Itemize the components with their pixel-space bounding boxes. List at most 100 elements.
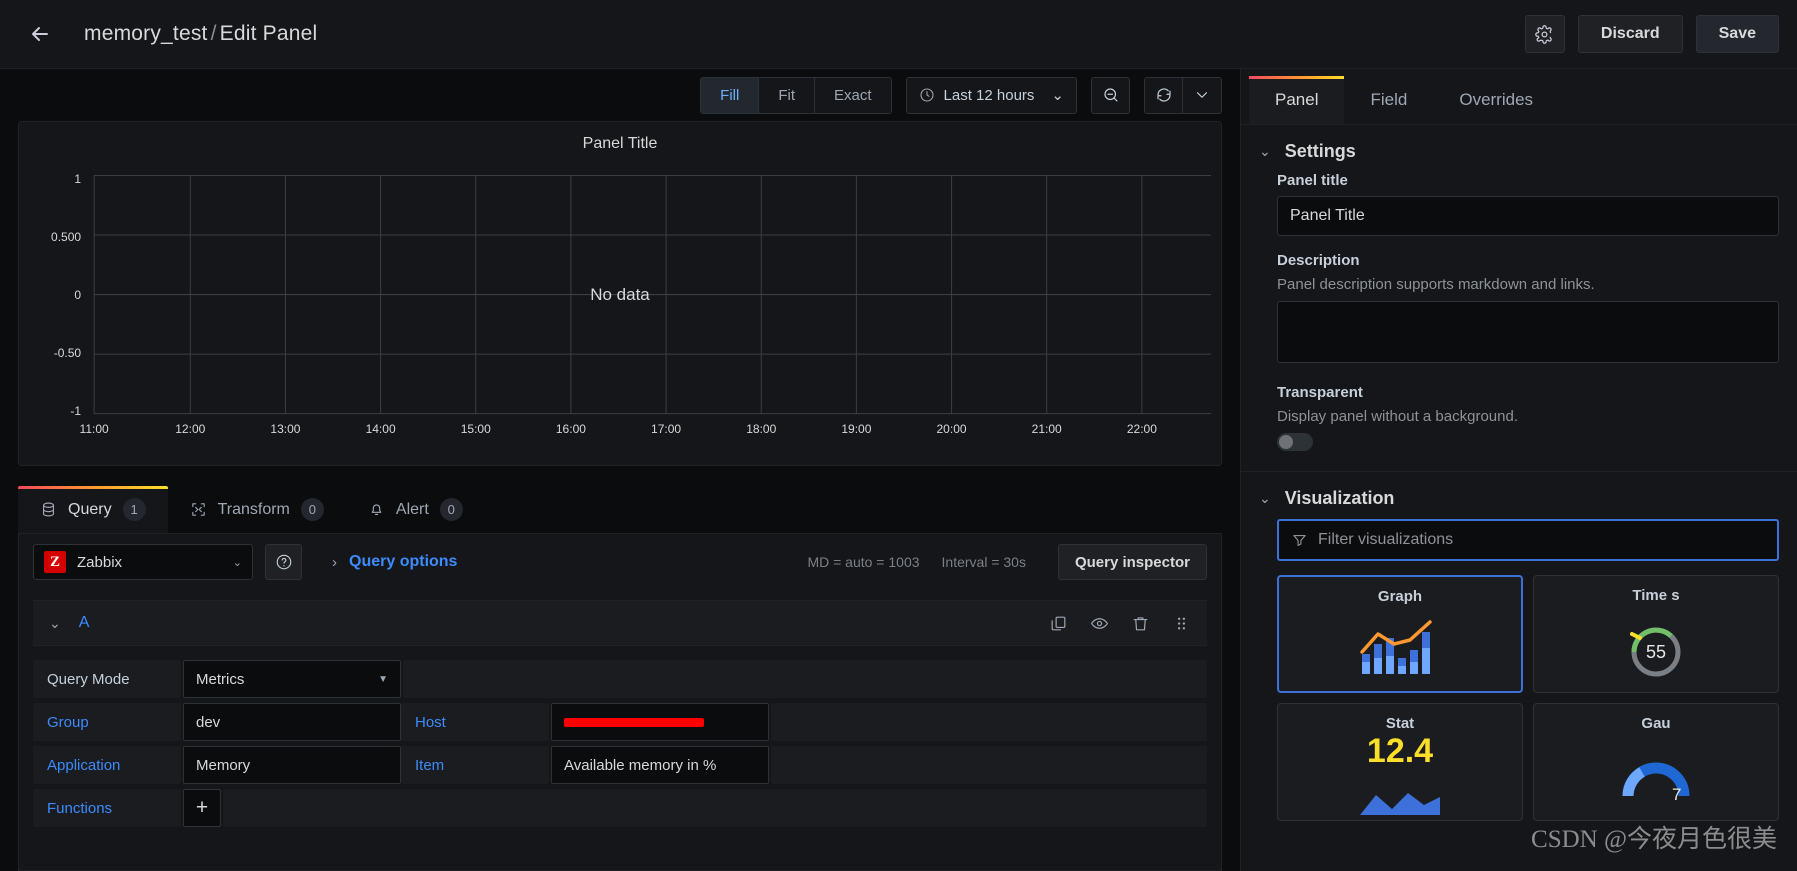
trash-icon[interactable] xyxy=(1131,614,1150,633)
visualization-toolbar: Fill Fit Exact Last 12 hours ⌄ xyxy=(0,69,1240,121)
tab-transform[interactable]: Transform 0 xyxy=(168,486,346,533)
viz-card-time-series[interactable]: Time s 55 xyxy=(1533,575,1779,693)
y-tick-label: 0.500 xyxy=(51,230,81,244)
query-row-header: ⌄ A xyxy=(33,600,1207,646)
viz-card-gauge[interactable]: Gau 7 xyxy=(1533,703,1779,821)
top-actions: Discard Save xyxy=(1524,15,1779,53)
chevron-down-icon: ▼ xyxy=(378,673,388,685)
tab-query[interactable]: Query 1 xyxy=(18,486,168,533)
stat-thumbnail-icon xyxy=(1278,768,1522,820)
viz-card-graph[interactable]: Graph xyxy=(1277,575,1523,693)
transform-icon xyxy=(191,503,205,516)
save-button[interactable]: Save xyxy=(1695,15,1779,53)
copy-icon[interactable] xyxy=(1049,614,1068,633)
chart-area[interactable]: 1 0.500 0 -0.50 -1 11:00 12:00 13:00 14:… xyxy=(19,157,1221,465)
functions-row: Functions + xyxy=(33,789,1207,827)
eye-icon[interactable] xyxy=(1090,614,1109,633)
help-circle-icon xyxy=(276,554,291,570)
group-label: Group xyxy=(33,703,181,741)
time-range-label: Last 12 hours xyxy=(943,86,1035,104)
functions-label: Functions xyxy=(33,789,181,827)
filter-visualizations-wrap: Filter visualizations xyxy=(1241,519,1797,561)
visualization-section-header[interactable]: ⌄ Visualization xyxy=(1241,472,1797,519)
datasource-name: Zabbix xyxy=(77,553,123,571)
chevron-down-icon: ⌄ xyxy=(1051,87,1064,104)
visualization-section-title: Visualization xyxy=(1284,488,1395,508)
query-row-actions xyxy=(1049,614,1191,633)
refresh-interval-dropdown[interactable] xyxy=(1183,76,1222,114)
panel-title-field: Panel title xyxy=(1241,172,1797,252)
transparent-toggle[interactable] xyxy=(1277,433,1313,451)
x-tick-label: 17:00 xyxy=(651,422,681,436)
query-mode-label: Query Mode xyxy=(33,660,181,698)
interval-text: Interval = 30s xyxy=(941,554,1026,570)
discard-button[interactable]: Discard xyxy=(1577,15,1683,53)
x-tick-label: 22:00 xyxy=(1127,422,1157,436)
x-tick-label: 12:00 xyxy=(175,422,205,436)
tab-alert[interactable]: Alert 0 xyxy=(346,486,485,533)
item-input[interactable]: Available memory in % xyxy=(551,746,769,784)
graph-thumbnail-icon xyxy=(1279,605,1521,691)
tab-alert-label: Alert xyxy=(395,500,429,518)
description-field-label: Description xyxy=(1277,252,1360,269)
query-inspector-button[interactable]: Query inspector xyxy=(1057,544,1207,580)
tab-panel[interactable]: Panel xyxy=(1249,76,1345,124)
transparent-field-label: Transparent xyxy=(1277,384,1363,401)
panel-title-input[interactable] xyxy=(1277,196,1779,236)
clock-icon xyxy=(919,88,934,102)
y-tick-label: -0.50 xyxy=(54,346,82,360)
zoom-out-button[interactable] xyxy=(1091,76,1130,114)
viz-card-label: Time s xyxy=(1632,587,1680,604)
tab-transform-label: Transform xyxy=(217,500,290,518)
options-scroll-area: ⌄ Settings Panel title Description Panel… xyxy=(1241,125,1797,871)
transparent-help-text: Display panel without a background. xyxy=(1277,408,1518,425)
query-mode-value: Metrics xyxy=(196,670,245,688)
refresh-icon xyxy=(1156,88,1171,102)
host-input[interactable] xyxy=(551,703,769,741)
refresh-button[interactable] xyxy=(1144,76,1183,114)
top-bar: memory_test / Edit Panel Discard Save xyxy=(0,0,1797,69)
description-textarea[interactable] xyxy=(1277,301,1779,363)
breadcrumb-dashboard[interactable]: memory_test xyxy=(84,22,208,45)
size-mode-exact[interactable]: Exact xyxy=(815,77,891,113)
panel-settings-button[interactable] xyxy=(1524,15,1565,53)
tab-overrides[interactable]: Overrides xyxy=(1433,76,1559,124)
stat-thumbnail-value: 12.4 xyxy=(1366,732,1434,770)
breadcrumb-page: Edit Panel xyxy=(219,22,318,45)
settings-section-header[interactable]: ⌄ Settings xyxy=(1241,125,1797,172)
filter-icon xyxy=(1293,534,1306,546)
query-mode-select[interactable]: Metrics ▼ xyxy=(183,660,401,698)
size-mode-fit[interactable]: Fit xyxy=(759,77,815,113)
x-tick-label: 14:00 xyxy=(366,422,396,436)
drag-handle-icon[interactable] xyxy=(1172,614,1191,633)
query-options-toggle[interactable]: › Query options xyxy=(332,553,457,571)
y-tick-label: 1 xyxy=(74,172,81,186)
options-pane: Panel Field Overrides ⌄ Settings Panel t… xyxy=(1240,69,1797,871)
tab-query-count: 1 xyxy=(122,498,146,521)
datasource-help-button[interactable] xyxy=(265,544,302,580)
group-input[interactable]: dev xyxy=(183,703,401,741)
svg-text:7: 7 xyxy=(1672,785,1681,804)
application-input[interactable]: Memory xyxy=(183,746,401,784)
x-tick-label: 19:00 xyxy=(841,422,871,436)
query-ref-id[interactable]: A xyxy=(79,614,90,632)
panel-size-mode-group: Fill Fit Exact xyxy=(700,76,892,114)
chevron-down-icon[interactable]: ⌄ xyxy=(49,615,61,632)
datasource-picker[interactable]: Z Zabbix ⌄ xyxy=(33,544,253,580)
row-spacer xyxy=(771,746,1207,784)
time-range-picker[interactable]: Last 12 hours ⌄ xyxy=(905,76,1077,114)
back-button[interactable] xyxy=(18,12,62,56)
time-series-thumbnail-icon: 55 xyxy=(1534,604,1778,692)
filter-visualizations-input[interactable]: Filter visualizations xyxy=(1277,519,1779,561)
tab-field[interactable]: Field xyxy=(1344,76,1433,124)
viz-card-stat[interactable]: Stat 12.4 xyxy=(1277,703,1523,821)
chart-axis-labels-svg: 1 0.500 0 -0.50 -1 11:00 12:00 13:00 14:… xyxy=(51,172,1157,436)
add-function-button[interactable]: + xyxy=(183,789,221,827)
breadcrumb: memory_test / Edit Panel xyxy=(84,22,317,46)
query-form: Query Mode Metrics ▼ Group dev Host Appl… xyxy=(19,646,1221,827)
row-spacer xyxy=(403,660,1207,698)
filter-visualizations-placeholder: Filter visualizations xyxy=(1318,531,1454,548)
tab-query-label: Query xyxy=(68,500,112,518)
svg-text:55: 55 xyxy=(1646,642,1666,662)
size-mode-fill[interactable]: Fill xyxy=(701,77,760,113)
